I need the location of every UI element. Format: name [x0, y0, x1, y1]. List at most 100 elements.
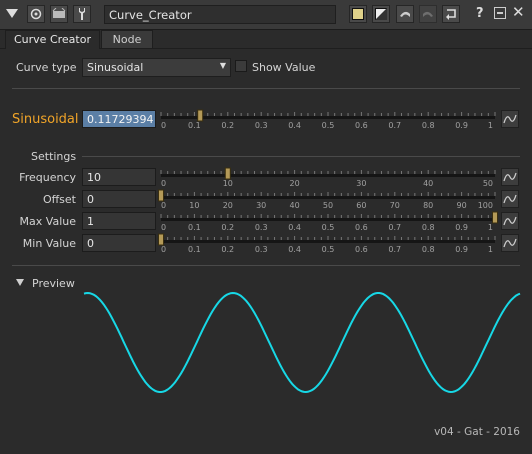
tick-label: 0.4 [288, 121, 301, 130]
undo-icon[interactable] [396, 5, 414, 23]
preview-curve-plot [83, 291, 521, 394]
tick-label: 0.7 [388, 121, 401, 130]
color-swatch-icon[interactable] [349, 5, 367, 23]
tick-label: 0 [161, 201, 166, 210]
slider-handle[interactable] [158, 189, 164, 202]
tick-label: 0.3 [255, 223, 268, 232]
wrench-icon[interactable] [73, 5, 91, 23]
sinusoidal-slider[interactable]: 0 0.1 0.2 0.3 0.4 0.5 0.6 0.7 0.8 0.9 1 [158, 108, 498, 132]
tick-label: 0.5 [322, 223, 335, 232]
min-value-slider[interactable]: 0 0.1 0.2 0.3 0.4 0.5 0.6 0.7 0.8 0.9 1 [158, 232, 498, 256]
max-value-slider[interactable]: 0 0.1 0.2 0.3 0.4 0.5 0.6 0.7 0.8 0.9 1 [158, 210, 498, 234]
slider-handle[interactable] [158, 233, 164, 246]
frequency-label: Frequency [19, 171, 76, 184]
help-icon[interactable]: ? [476, 6, 484, 21]
slash-box-icon[interactable] [372, 5, 390, 23]
tick-label: 0.4 [288, 223, 301, 232]
slider-handle[interactable] [197, 109, 204, 122]
offset-slider[interactable]: 0 10 20 30 40 50 60 70 80 90 100 [158, 188, 498, 212]
slider-track[interactable] [161, 240, 495, 243]
offset-label: Offset [42, 193, 76, 206]
tick-label: 0.9 [455, 223, 468, 232]
tick-label: 1 [488, 245, 493, 254]
slider-handle[interactable] [492, 211, 498, 224]
grid-icon[interactable] [50, 5, 68, 23]
slider-track[interactable] [161, 174, 495, 177]
tick-label: 0.2 [221, 245, 234, 254]
preview-curve-line [83, 291, 521, 394]
tick-label: 50 [323, 201, 333, 210]
tick-label: 0.3 [255, 121, 268, 130]
tick-label: 60 [356, 201, 366, 210]
tick-label: 70 [390, 201, 400, 210]
settings-divider [82, 156, 520, 157]
min-value-label: Min Value [22, 237, 76, 250]
offset-curve-icon[interactable] [501, 190, 519, 208]
tick-label: 0.3 [255, 245, 268, 254]
curve-type-dropdown[interactable]: Sinusoidal ▼ [82, 58, 231, 77]
tab-curve-creator[interactable]: Curve Creator [5, 30, 100, 49]
tab-node[interactable]: Node [101, 30, 153, 48]
tick-label: 10 [189, 201, 199, 210]
tick-label: 0.1 [188, 121, 201, 130]
curve-type-label: Curve type [16, 61, 77, 74]
tick-label: 80 [423, 201, 433, 210]
collapse-triangle-icon[interactable] [16, 279, 24, 286]
settings-label: Settings [31, 150, 77, 163]
tick-label: 0.1 [188, 245, 201, 254]
tick-label: 0.2 [221, 121, 234, 130]
revert-icon[interactable] [442, 5, 460, 23]
tick-label: 0.6 [355, 223, 368, 232]
tick-label: 0.7 [388, 223, 401, 232]
slider-track[interactable] [161, 218, 495, 221]
frequency-curve-icon[interactable] [501, 168, 519, 186]
tick-label: 0.5 [322, 121, 335, 130]
tick-label: 0 [161, 121, 166, 130]
tick-label: 0.2 [221, 223, 234, 232]
node-name-field[interactable]: Curve_Creator [104, 5, 336, 24]
preview-divider [12, 265, 520, 266]
tick-label: 20 [223, 201, 233, 210]
frequency-slider[interactable]: 0 10 20 30 40 50 [158, 166, 498, 190]
tick-label: 1 [488, 223, 493, 232]
slider-track[interactable] [161, 116, 495, 119]
preview-label[interactable]: Preview [32, 277, 75, 290]
sinusoidal-knob-label: Sinusoidal [12, 112, 79, 127]
menu-arrow-icon[interactable] [6, 9, 18, 18]
credit-text: v04 - Gat - 2016 [434, 426, 520, 438]
offset-field[interactable]: 0 [82, 190, 156, 208]
curve-editor-icon[interactable] [501, 110, 519, 128]
min-value-field[interactable]: 0 [82, 234, 156, 252]
show-value-checkbox[interactable] [235, 60, 247, 72]
tick-label: 0.4 [288, 245, 301, 254]
curve-type-selected: Sinusoidal [87, 61, 144, 74]
tick-label: 50 [483, 179, 493, 188]
tick-label: 1 [488, 121, 493, 130]
tick-label: 40 [290, 201, 300, 210]
divider [12, 88, 520, 89]
max-value-label: Max Value [19, 215, 76, 228]
circle-target-icon[interactable] [27, 5, 45, 23]
tick-label: 10 [223, 179, 233, 188]
minimize-icon[interactable] [494, 7, 506, 19]
tick-label: 100 [478, 201, 493, 210]
node-toolbar: Curve_Creator ? ✕ [0, 0, 532, 30]
tick-label: 0.9 [455, 121, 468, 130]
close-icon[interactable]: ✕ [512, 3, 525, 21]
frequency-field[interactable]: 10 [82, 168, 156, 186]
redo-icon[interactable] [419, 5, 437, 23]
show-value-label: Show Value [252, 61, 316, 74]
sinusoidal-value-field[interactable]: 0.11729394 [82, 110, 156, 128]
chevron-down-icon: ▼ [219, 61, 226, 70]
max-value-curve-icon[interactable] [501, 212, 519, 230]
slider-track[interactable] [161, 196, 495, 199]
max-value-field[interactable]: 1 [82, 212, 156, 230]
tick-label: 0 [161, 223, 166, 232]
tick-label: 0.6 [355, 121, 368, 130]
slider-handle[interactable] [224, 167, 231, 180]
tick-label: 0.9 [455, 245, 468, 254]
min-value-curve-icon[interactable] [501, 234, 519, 252]
tick-label: 20 [290, 179, 300, 188]
tick-label: 0.8 [422, 121, 435, 130]
tick-label: 0.5 [322, 245, 335, 254]
